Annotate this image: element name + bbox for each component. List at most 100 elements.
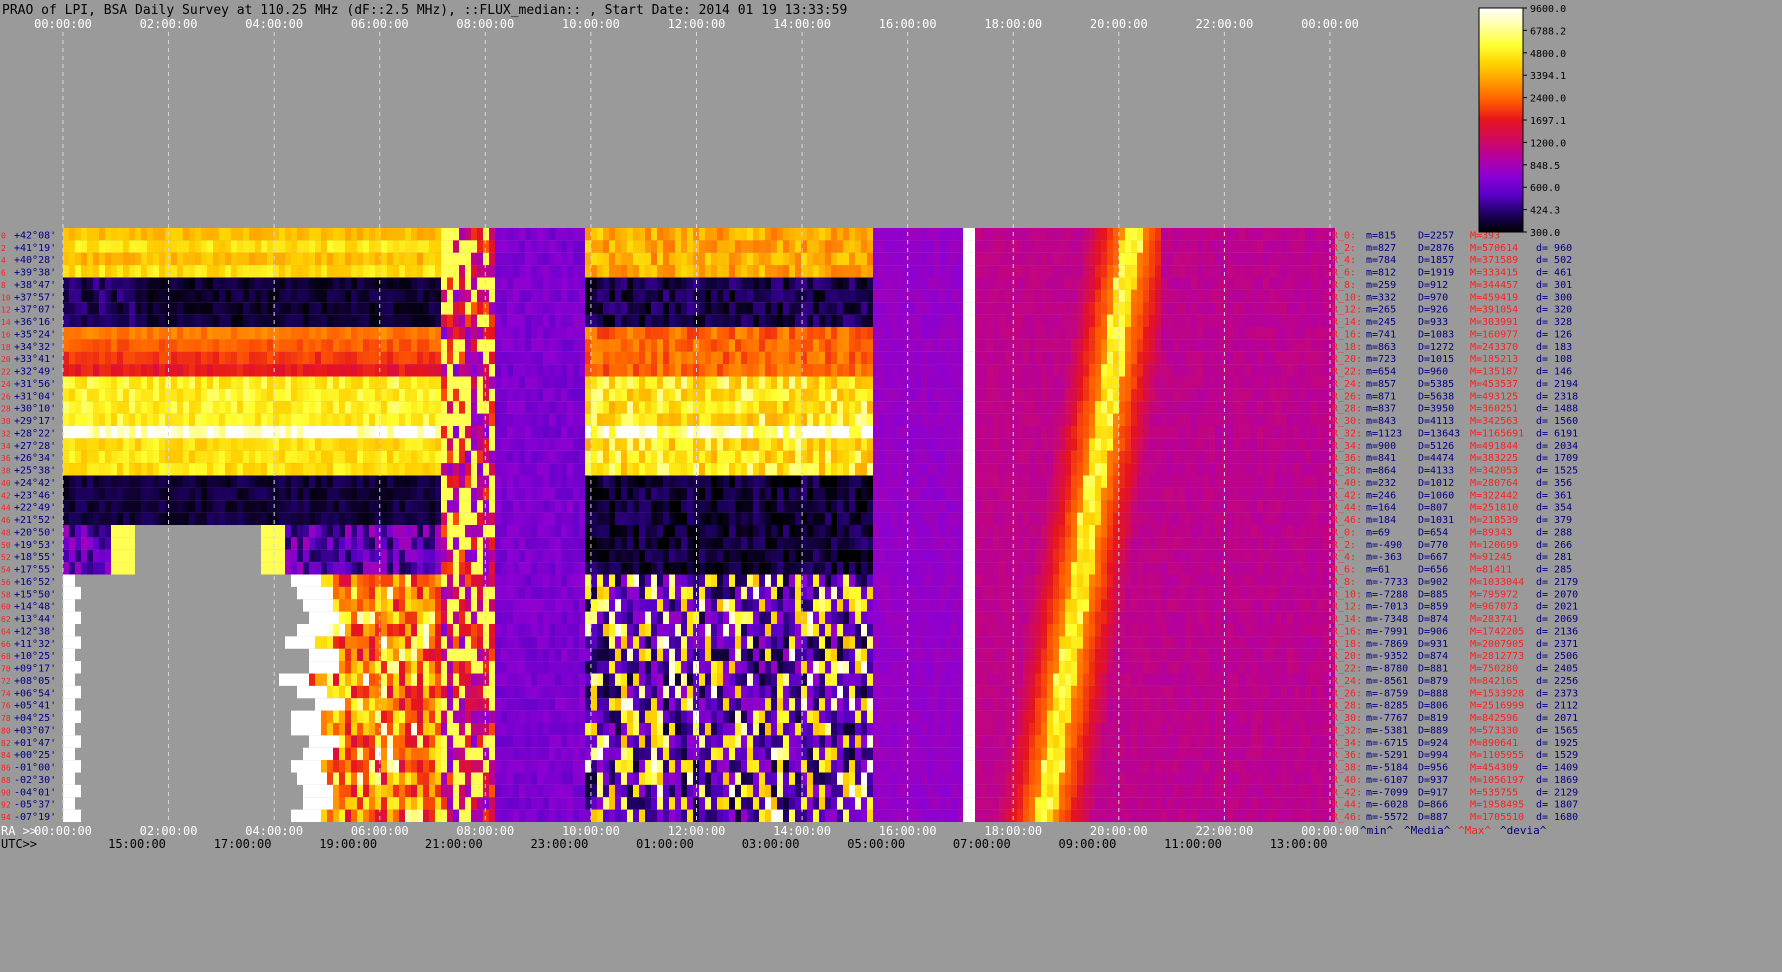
heatmap-cell — [861, 314, 867, 328]
heatmap-cell — [837, 413, 843, 427]
heatmap-cell — [297, 364, 303, 377]
heatmap-cell — [735, 376, 741, 389]
heatmap-cell — [453, 252, 459, 266]
heatmap-cell — [837, 240, 843, 253]
heatmap-cell — [933, 339, 939, 352]
heatmap-cell — [1089, 487, 1095, 501]
heatmap-cell — [111, 450, 117, 464]
heatmap-cell — [165, 376, 171, 389]
heatmap-cell — [189, 401, 195, 414]
heatmap-cell — [981, 339, 987, 352]
heatmap-cell — [471, 438, 477, 451]
heatmap-cell — [99, 401, 105, 414]
heatmap-cell — [1053, 314, 1059, 328]
heatmap-cell — [351, 314, 357, 328]
heatmap-cell — [297, 339, 303, 352]
heatmap-cell — [483, 339, 489, 352]
heatmap-cell — [111, 327, 117, 340]
heatmap-cell — [1275, 450, 1281, 464]
heatmap-cell — [1119, 413, 1125, 427]
heatmap-cell — [1251, 438, 1257, 451]
heatmap-cell — [1269, 401, 1275, 414]
heatmap-cell — [945, 487, 951, 501]
heatmap-cell — [813, 339, 819, 352]
heatmap-cell — [1305, 228, 1311, 241]
heatmap-cell — [1293, 265, 1299, 278]
heatmap-cell — [297, 413, 303, 427]
heatmap-cell — [261, 289, 267, 303]
heatmap-cell — [765, 339, 771, 352]
heatmap-cell — [87, 475, 93, 488]
heatmap-cell — [891, 289, 897, 303]
heatmap-cell — [417, 277, 423, 290]
heatmap-cell — [951, 401, 957, 414]
heatmap-cell — [939, 314, 945, 328]
heatmap-cell — [93, 388, 99, 402]
heatmap-cell — [1083, 487, 1089, 501]
heatmap-cell — [459, 327, 465, 340]
heatmap-cell — [255, 302, 261, 315]
heatmap-cell — [555, 438, 561, 451]
heatmap-cell — [999, 388, 1005, 402]
heatmap-cell — [303, 327, 309, 340]
heatmap-cell — [1059, 277, 1065, 290]
heatmap-cell — [867, 463, 873, 476]
heatmap-cell — [81, 500, 87, 513]
heatmap-cell — [669, 426, 675, 439]
heatmap-cell — [945, 500, 951, 513]
heatmap-cell — [1197, 289, 1203, 303]
heatmap-cell — [531, 463, 537, 476]
heatmap-cell — [369, 401, 375, 414]
heatmap-cell — [765, 302, 771, 315]
heatmap-cell — [771, 289, 777, 303]
heatmap-cell — [741, 302, 747, 315]
heatmap-cell — [1029, 487, 1035, 501]
heatmap-cell — [933, 364, 939, 377]
heatmap-cell — [597, 240, 603, 253]
heatmap-cell — [789, 240, 795, 253]
heatmap-cell — [369, 512, 375, 526]
heatmap-cell — [1299, 252, 1305, 266]
heatmap-cell — [567, 314, 573, 328]
heatmap-cell — [357, 512, 363, 526]
heatmap-cell — [513, 265, 519, 278]
heatmap-cell — [1245, 240, 1251, 253]
heatmap-cell — [1083, 314, 1089, 328]
heatmap-cell — [411, 401, 417, 414]
heatmap-cell — [891, 314, 897, 328]
heatmap-cell — [159, 327, 165, 340]
heatmap-cell — [477, 463, 483, 476]
heatmap-cell — [1113, 413, 1119, 427]
heatmap-cell — [771, 426, 777, 439]
heatmap-cell — [681, 413, 687, 427]
heatmap-cell — [1071, 314, 1077, 328]
heatmap-cell — [471, 512, 477, 526]
heatmap-cell — [171, 277, 177, 290]
heatmap-cell — [297, 426, 303, 439]
heatmap-cell — [687, 426, 693, 439]
heatmap-cell — [141, 487, 147, 501]
heatmap-cell — [657, 339, 663, 352]
heatmap-cell — [477, 339, 483, 352]
heatmap-cell — [225, 438, 231, 451]
heatmap-cell — [171, 302, 177, 315]
heatmap-cell — [567, 413, 573, 427]
heatmap-cell — [609, 438, 615, 451]
heatmap-cell — [135, 487, 141, 501]
heatmap-cell — [1179, 388, 1185, 402]
heatmap-cell — [609, 351, 615, 365]
heatmap-cell — [201, 228, 207, 241]
heatmap-cell — [1245, 438, 1251, 451]
heatmap-cell — [291, 450, 297, 464]
heatmap-cell — [381, 265, 387, 278]
heatmap-cell — [885, 289, 891, 303]
heatmap-cell — [939, 500, 945, 513]
heatmap-cell — [603, 289, 609, 303]
heatmap-cell — [213, 289, 219, 303]
heatmap-cell — [477, 500, 483, 513]
heatmap-cell — [1137, 252, 1143, 266]
heatmap-cell — [1131, 364, 1137, 377]
heatmap-cell — [1305, 252, 1311, 266]
heatmap-cell — [591, 413, 597, 427]
heatmap-cell — [207, 487, 213, 501]
